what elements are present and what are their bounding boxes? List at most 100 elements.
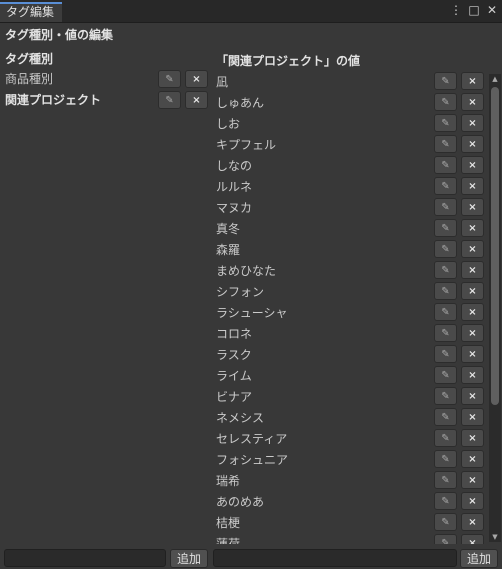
delete-button[interactable]: ×: [461, 240, 484, 258]
delete-button[interactable]: ×: [461, 93, 484, 111]
delete-button[interactable]: ×: [461, 429, 484, 447]
add-tag-type-button[interactable]: 追加: [170, 549, 208, 568]
value-list-item[interactable]: シフォン ✎ ×: [212, 280, 488, 301]
value-label: 蓮荷: [216, 537, 241, 544]
new-tag-type-input[interactable]: [4, 549, 166, 567]
edit-button[interactable]: ✎: [434, 387, 457, 405]
edit-button[interactable]: ✎: [434, 135, 457, 153]
edit-button[interactable]: ✎: [434, 513, 457, 531]
close-icon: ×: [468, 222, 477, 234]
edit-button[interactable]: ✎: [158, 70, 181, 88]
edit-button[interactable]: ✎: [434, 324, 457, 342]
edit-button[interactable]: ✎: [434, 240, 457, 258]
delete-button[interactable]: ×: [461, 492, 484, 510]
value-list-item[interactable]: しゅあん ✎ ×: [212, 91, 488, 112]
delete-button[interactable]: ×: [461, 114, 484, 132]
edit-button[interactable]: ✎: [434, 303, 457, 321]
close-icon: ×: [468, 411, 477, 423]
delete-button[interactable]: ×: [461, 261, 484, 279]
value-list-item[interactable]: 真冬 ✎ ×: [212, 217, 488, 238]
edit-button[interactable]: ✎: [434, 261, 457, 279]
value-list-item[interactable]: しお ✎ ×: [212, 112, 488, 133]
pencil-icon: ✎: [441, 390, 450, 402]
value-list-item[interactable]: まめひなた ✎ ×: [212, 259, 488, 280]
close-icon: ×: [192, 73, 201, 85]
tag-type-row[interactable]: 商品種別: [5, 68, 53, 88]
edit-button[interactable]: ✎: [434, 114, 457, 132]
value-list-item[interactable]: 瑞希 ✎ ×: [212, 469, 488, 490]
value-list-item[interactable]: 蓮荷 ✎ ×: [212, 532, 488, 544]
edit-button[interactable]: ✎: [434, 471, 457, 489]
edit-button[interactable]: ✎: [434, 72, 457, 90]
value-list-item[interactable]: ビナア ✎ ×: [212, 385, 488, 406]
edit-button[interactable]: ✎: [434, 156, 457, 174]
edit-button[interactable]: ✎: [434, 534, 457, 544]
edit-button[interactable]: ✎: [434, 429, 457, 447]
value-label: しゅあん: [216, 96, 265, 110]
edit-button[interactable]: ✎: [434, 177, 457, 195]
value-list-item[interactable]: フォシュニア ✎ ×: [212, 448, 488, 469]
delete-button[interactable]: ×: [461, 156, 484, 174]
delete-button[interactable]: ×: [461, 450, 484, 468]
delete-button[interactable]: ×: [461, 282, 484, 300]
value-list-item[interactable]: ライム ✎ ×: [212, 364, 488, 385]
edit-button[interactable]: ✎: [434, 93, 457, 111]
edit-button[interactable]: ✎: [158, 91, 181, 109]
delete-button[interactable]: ×: [461, 72, 484, 90]
value-list-item[interactable]: ラスク ✎ ×: [212, 343, 488, 364]
tag-type-row[interactable]: 関連プロジェクト: [5, 89, 101, 109]
menu-icon[interactable]: ⋮: [450, 3, 462, 17]
pencil-icon: ✎: [441, 306, 450, 318]
add-value-button[interactable]: 追加: [460, 549, 498, 568]
value-list-item[interactable]: セレスティア ✎ ×: [212, 427, 488, 448]
delete-button[interactable]: ×: [461, 408, 484, 426]
delete-button[interactable]: ×: [461, 198, 484, 216]
edit-button[interactable]: ✎: [434, 366, 457, 384]
value-list-item[interactable]: ネメシス ✎ ×: [212, 406, 488, 427]
scroll-up-icon[interactable]: ▲: [489, 74, 501, 84]
delete-button[interactable]: ×: [461, 177, 484, 195]
delete-button[interactable]: ×: [461, 513, 484, 531]
value-list-item[interactable]: キプフェル ✎ ×: [212, 133, 488, 154]
delete-button[interactable]: ×: [461, 219, 484, 237]
value-list-item[interactable]: あのめあ ✎ ×: [212, 490, 488, 511]
delete-button[interactable]: ×: [185, 91, 208, 109]
close-icon: ×: [468, 516, 477, 528]
value-list-item[interactable]: ルルネ ✎ ×: [212, 175, 488, 196]
delete-button[interactable]: ×: [461, 387, 484, 405]
edit-button[interactable]: ✎: [434, 492, 457, 510]
value-list-item[interactable]: 桔梗 ✎ ×: [212, 511, 488, 532]
close-icon: ×: [468, 390, 477, 402]
value-list-item[interactable]: 森羅 ✎ ×: [212, 238, 488, 259]
edit-button[interactable]: ✎: [434, 282, 457, 300]
value-list-item[interactable]: マヌカ ✎ ×: [212, 196, 488, 217]
close-icon: ×: [468, 138, 477, 150]
value-list-item[interactable]: ラシューシャ ✎ ×: [212, 301, 488, 322]
scroll-thumb[interactable]: [491, 87, 499, 405]
delete-button[interactable]: ×: [461, 135, 484, 153]
delete-button[interactable]: ×: [461, 366, 484, 384]
maximize-icon[interactable]: □: [468, 3, 480, 17]
delete-button[interactable]: ×: [461, 534, 484, 544]
new-value-input[interactable]: [213, 549, 457, 567]
close-icon[interactable]: ✕: [486, 3, 498, 17]
value-list-item[interactable]: 凪 ✎ ×: [212, 70, 488, 91]
window-tab[interactable]: タグ編集: [0, 2, 63, 22]
delete-button[interactable]: ×: [461, 345, 484, 363]
close-icon: ×: [468, 96, 477, 108]
scrollbar[interactable]: ▲ ▼: [489, 74, 501, 542]
value-list-item[interactable]: しなの ✎ ×: [212, 154, 488, 175]
value-list-item[interactable]: コロネ ✎ ×: [212, 322, 488, 343]
edit-button[interactable]: ✎: [434, 450, 457, 468]
edit-button[interactable]: ✎: [434, 219, 457, 237]
edit-button[interactable]: ✎: [434, 345, 457, 363]
scroll-down-icon[interactable]: ▼: [489, 532, 501, 542]
edit-button[interactable]: ✎: [434, 408, 457, 426]
delete-button[interactable]: ×: [461, 324, 484, 342]
close-icon: ×: [468, 495, 477, 507]
delete-button[interactable]: ×: [185, 70, 208, 88]
delete-button[interactable]: ×: [461, 471, 484, 489]
value-label: ラスク: [216, 348, 252, 362]
delete-button[interactable]: ×: [461, 303, 484, 321]
edit-button[interactable]: ✎: [434, 198, 457, 216]
